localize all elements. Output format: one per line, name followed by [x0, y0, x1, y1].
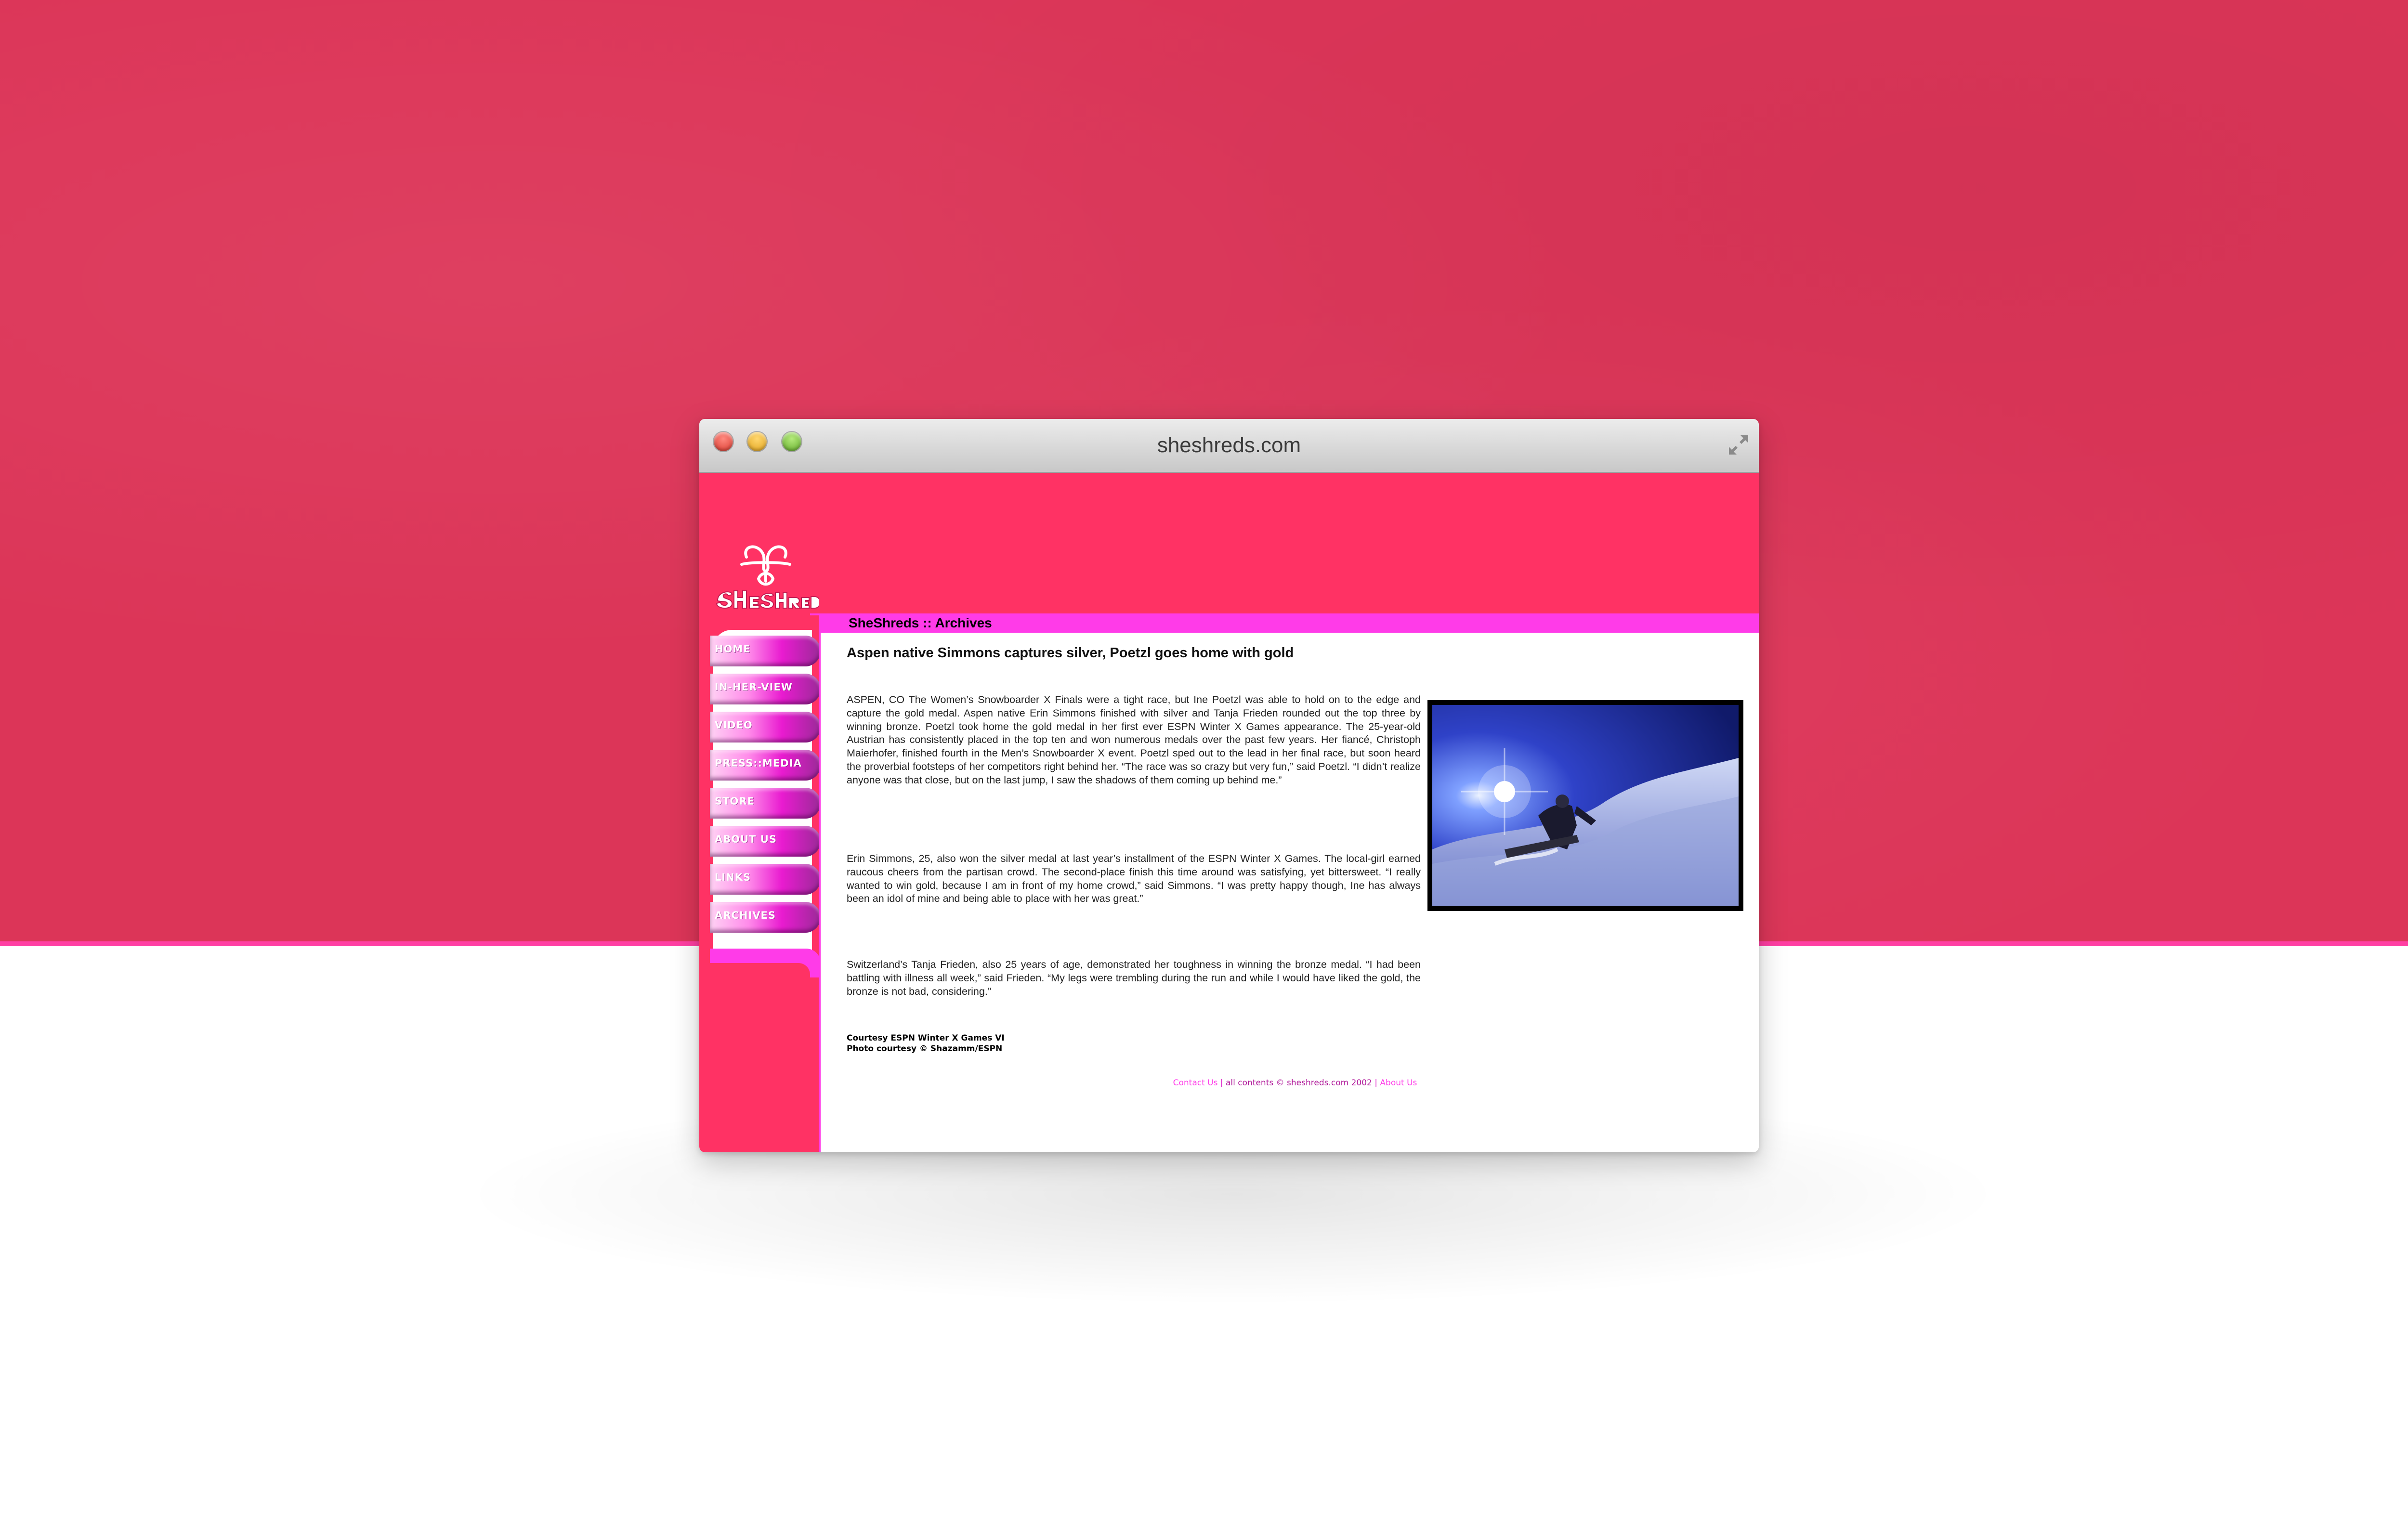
nav-label: PRESS::MEDIA	[715, 757, 802, 769]
footer-separator: |	[1374, 1078, 1377, 1088]
mockup-stage: sheshreds.com SheShreds:: Archives HOME…	[0, 0, 2408, 1524]
website-viewport: SheShreds :: Archives HOME IN-HER-VIEW V…	[699, 473, 1759, 1152]
about-us-link[interactable]: About Us	[1380, 1078, 1417, 1088]
section-title: SheShreds :: Archives	[849, 615, 992, 630]
nav-item-store[interactable]: STORE	[710, 785, 821, 819]
nav-label: VIDEO	[715, 719, 753, 731]
nav-label: ABOUT US	[715, 834, 777, 845]
sidebar-tail-fill	[710, 963, 810, 1152]
nav-label: LINKS	[715, 872, 751, 883]
article-credit: Courtesy ESPN Winter X Games VI	[847, 1033, 1005, 1043]
nav-item-press-media[interactable]: PRESS::MEDIA	[710, 747, 821, 781]
site-footer: Contact Us | all contents © sheshreds.co…	[1039, 1078, 1551, 1088]
site-header	[699, 473, 1759, 615]
nav-item-about-us[interactable]: ABOUT US	[710, 823, 821, 857]
nav-item-in-her-view[interactable]: IN-HER-VIEW	[710, 671, 821, 704]
snowboarder-photo-image	[1432, 705, 1739, 906]
nav-label: ARCHIVES	[715, 910, 776, 921]
article-paragraph: Switzerland’s Tanja Frieden, also 25 yea…	[847, 959, 1421, 997]
copyright-text: all contents © sheshreds.com 2002	[1226, 1078, 1372, 1088]
article-paragraph: ASPEN, CO The Women’s Snowboarder X Fina…	[847, 694, 1421, 786]
nav-label: HOME	[715, 643, 751, 655]
browser-window: sheshreds.com SheShreds:: Archives HOME…	[699, 419, 1759, 1152]
nav-item-links[interactable]: LINKS	[710, 861, 821, 895]
snowboarder-photo	[1427, 700, 1743, 911]
nav-item-archives[interactable]: ARCHIVES	[710, 899, 821, 933]
window-titlebar[interactable]: sheshreds.com	[699, 419, 1759, 473]
sidebar: HOME IN-HER-VIEW VIDEO PRESS::MEDIA STOR…	[699, 615, 821, 1152]
sidebar-divider	[819, 615, 821, 1152]
article-headline: Aspen native Simmons captures silver, Po…	[847, 645, 1294, 661]
photo-credit: Photo courtesy © Shazamm/ESPN	[847, 1044, 1003, 1054]
nav-label: IN-HER-VIEW	[715, 681, 793, 693]
nav-item-home[interactable]: HOME	[710, 633, 821, 666]
window-title: sheshreds.com	[1157, 433, 1301, 457]
nav-item-video[interactable]: VIDEO	[710, 709, 821, 742]
article-paragraph: Erin Simmons, 25, also won the silver me…	[847, 853, 1421, 905]
footer-separator: |	[1220, 1078, 1223, 1088]
sheshreds-logo[interactable]	[713, 543, 819, 610]
section-title-bar: SheShreds :: Archives	[810, 613, 1759, 633]
contact-us-link[interactable]: Contact Us	[1173, 1078, 1218, 1088]
nav-label: STORE	[715, 795, 755, 807]
fullscreen-arrows-icon[interactable]	[1726, 432, 1751, 457]
